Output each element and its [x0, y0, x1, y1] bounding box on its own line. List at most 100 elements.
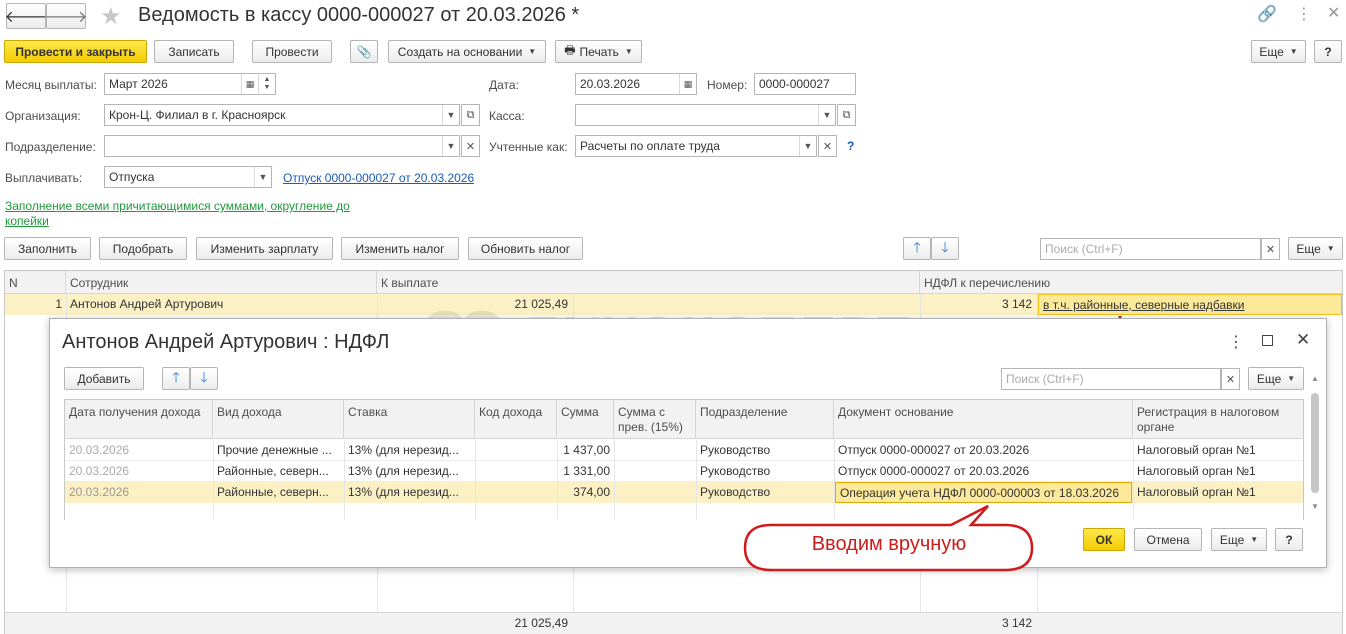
back-button[interactable]: 🡐 [5, 3, 47, 29]
dialog-move-down-button[interactable]: 🡓 [190, 367, 218, 390]
more-label: Еще [1259, 44, 1284, 59]
row-employee: Антонов Андрей Артурович [70, 297, 224, 311]
dcol-date[interactable]: Дата получения дохода [65, 400, 213, 438]
org-value: Крон-Ц. Филиал в г. Красноярск [109, 108, 286, 122]
drow-doc[interactable]: Операция учета НДФЛ 0000-000003 от 18.03… [835, 482, 1132, 503]
calendar-icon[interactable]: ▦ [241, 74, 258, 94]
fill-button[interactable]: Заполнить [4, 237, 91, 260]
dcol-doc[interactable]: Документ основание [834, 400, 1133, 438]
drow-date: 20.03.2026 [69, 443, 130, 457]
move-down-button[interactable]: 🡓 [931, 237, 959, 260]
chevron-down-icon[interactable]: ▼ [818, 105, 835, 125]
accounted-label: Учтенные как: [489, 140, 568, 154]
post-button[interactable]: Провести [252, 40, 332, 63]
dcol-dept[interactable]: Подразделение [696, 400, 834, 438]
link-icon[interactable]: 🔗 [1257, 4, 1277, 24]
chevron-down-icon[interactable]: ▼ [442, 136, 459, 156]
month-field[interactable]: Март 2026 ▦ ▲ ▼ [104, 73, 276, 95]
vacation-doc-link[interactable]: Отпуск 0000-000027 от 20.03.2026 [283, 171, 474, 185]
search-input[interactable]: Поиск (Ctrl+F) [1040, 238, 1261, 260]
col-pay[interactable]: К выплате [377, 271, 920, 293]
dcol-sum[interactable]: Сумма [557, 400, 614, 438]
change-tax-button[interactable]: Изменить налог [341, 237, 459, 260]
org-field[interactable]: Крон-Ц. Филиал в г. Красноярск ▼ [104, 104, 460, 126]
pick-button[interactable]: Подобрать [99, 237, 187, 260]
cancel-button[interactable]: Отмена [1134, 528, 1202, 551]
table-row[interactable]: 20.03.2026 Прочие денежные ... 13% (для … [65, 440, 1303, 461]
chevron-down-icon[interactable]: ▼ [442, 105, 459, 125]
chevron-down-icon[interactable]: ▼ [799, 136, 816, 156]
drow-sum: 1 331,00 [563, 464, 610, 478]
col-n[interactable]: N [5, 271, 66, 293]
menu-dots-icon[interactable]: ⋮ [1296, 4, 1312, 24]
dcol-sum15[interactable]: Сумма с прев. (15%) [614, 400, 696, 438]
date-label: Дата: [489, 78, 519, 92]
pay-field[interactable]: Отпуска ▼ [104, 166, 272, 188]
attach-button[interactable]: 📎 [350, 40, 378, 63]
calendar-icon[interactable]: ▦ [679, 74, 696, 94]
clear-dept-icon[interactable]: ✕ [461, 135, 480, 157]
ok-button[interactable]: ОК [1083, 528, 1125, 551]
accounted-field[interactable]: Расчеты по оплате труда ▼ [575, 135, 817, 157]
change-salary-button[interactable]: Изменить зарплату [196, 237, 333, 260]
printer-icon: 🖶 [564, 43, 576, 57]
chevron-down-icon[interactable]: ▼ [254, 167, 271, 187]
update-tax-button[interactable]: Обновить налог [468, 237, 583, 260]
dialog-help-button[interactable]: ? [1275, 528, 1303, 551]
dialog-more-label: Еще [1256, 371, 1282, 386]
dcol-rate[interactable]: Ставка [344, 400, 475, 438]
dialog-clear-search-icon[interactable]: ✕ [1221, 368, 1240, 390]
ndfl-note-link[interactable]: в т.ч. районные, северные надбавки [1043, 298, 1245, 312]
print-button[interactable]: 🖶 Печать ▼ [555, 40, 642, 63]
table-row[interactable]: 20.03.2026 Районные, северн... 13% (для … [65, 482, 1303, 503]
dialog-footer-more-label: Еще [1219, 532, 1245, 547]
row-ndfl-note[interactable]: в т.ч. районные, северные надбавки [1038, 294, 1342, 315]
dcol-code[interactable]: Код дохода [475, 400, 557, 438]
star-icon[interactable]: ★ [100, 2, 122, 31]
dialog-title: Антонов Андрей Артурович : НДФЛ [62, 331, 390, 353]
add-button[interactable]: Добавить [64, 367, 144, 390]
dialog-more-button[interactable]: Еще ▼ [1248, 367, 1304, 390]
fill-mode-link[interactable]: Заполнение всеми причитающимися суммами,… [5, 199, 365, 229]
maximize-icon[interactable] [1262, 335, 1273, 346]
save-button[interactable]: Записать [154, 40, 234, 63]
dcol-kind[interactable]: Вид дохода [213, 400, 344, 438]
scroll-up-icon[interactable]: ▲ [1311, 374, 1319, 383]
drow-sum: 374,00 [573, 485, 610, 499]
number-label: Номер: [707, 78, 748, 92]
dialog-menu-icon[interactable]: ⋮ [1228, 332, 1244, 352]
more-button[interactable]: Еще ▼ [1251, 40, 1306, 63]
create-based-button[interactable]: Создать на основании ▼ [388, 40, 546, 63]
dept-field[interactable]: ▼ [104, 135, 460, 157]
dialog-move-up-button[interactable]: 🡑 [162, 367, 190, 390]
dialog-footer-more-button[interactable]: Еще ▼ [1211, 528, 1267, 551]
date-field[interactable]: 20.03.2026 ▦ [575, 73, 697, 95]
scroll-down-icon[interactable]: ▼ [1311, 502, 1319, 511]
month-label: Месяц выплаты: [5, 78, 97, 92]
scrollbar-thumb[interactable] [1311, 393, 1319, 493]
help-icon[interactable]: ? [847, 139, 854, 153]
help-button[interactable]: ? [1314, 40, 1342, 63]
clear-accounted-icon[interactable]: ✕ [818, 135, 837, 157]
open-org-icon[interactable]: ⧉ [461, 104, 480, 126]
dialog-search-input[interactable]: Поиск (Ctrl+F) [1001, 368, 1221, 390]
close-window-icon[interactable]: ✕ [1327, 3, 1340, 23]
drow-kind: Районные, северн... [217, 485, 329, 499]
post-and-close-button[interactable]: Провести и закрыть [4, 40, 147, 63]
open-cash-icon[interactable]: ⧉ [837, 104, 856, 126]
move-up-button[interactable]: 🡑 [903, 237, 931, 260]
dcol-reg[interactable]: Регистрация в налоговом органе [1133, 400, 1303, 438]
clear-search-icon[interactable]: ✕ [1261, 238, 1280, 260]
table-more-button[interactable]: Еще ▼ [1288, 237, 1343, 260]
close-icon[interactable]: ✕ [1296, 330, 1310, 350]
arrow-up-icon: 🡑 [913, 238, 921, 255]
table-row[interactable]: 20.03.2026 Районные, северн... 13% (для … [65, 461, 1303, 482]
forward-button[interactable]: 🡒 [45, 3, 87, 29]
cash-field[interactable]: ▼ [575, 104, 836, 126]
drow-date: 20.03.2026 [69, 464, 130, 478]
spin-icon[interactable]: ▲ ▼ [258, 74, 275, 94]
footer-pay: 21 025,49 [514, 616, 568, 630]
number-field[interactable]: 0000-000027 [754, 73, 856, 95]
col-employee[interactable]: Сотрудник [66, 271, 377, 293]
col-ndfl[interactable]: НДФЛ к перечислению [920, 271, 1342, 293]
